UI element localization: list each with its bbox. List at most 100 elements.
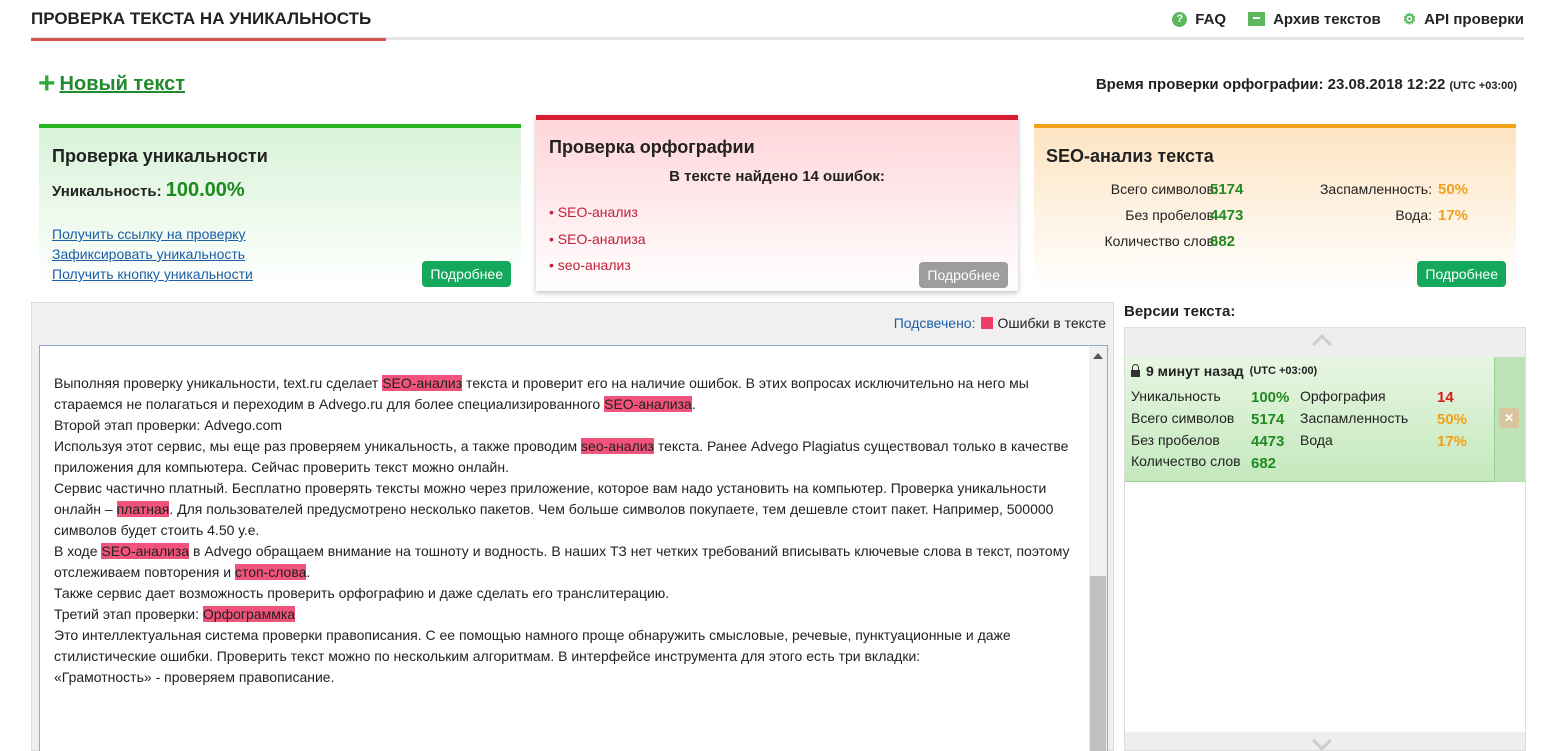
question-icon: ? — [1172, 11, 1188, 27]
seo-total-chars-value: 5174 — [1210, 181, 1244, 198]
text-paragraph: Второй этап проверки: Advego.com — [54, 415, 1084, 436]
text-segment: . — [306, 564, 311, 580]
api-label: API проверки — [1424, 10, 1524, 28]
text-segment: в Advego обращаем внимание на тошноту и … — [54, 543, 1070, 580]
faq-label: FAQ — [1195, 10, 1227, 28]
version-spell-label: Орфография — [1300, 388, 1386, 404]
text-paragraph: «Грамотность» - проверяем правописание. — [54, 667, 1084, 688]
archive-link[interactable]: Архив текстов — [1248, 10, 1381, 28]
text-paragraph: Это интеллектуальная система проверки пр… — [54, 625, 1084, 667]
text-segment: Третий этап проверки: — [54, 606, 203, 622]
version-spam-label: Заспамленность — [1300, 410, 1409, 426]
lock-icon — [1131, 363, 1140, 377]
faq-link[interactable]: ? FAQ — [1172, 10, 1226, 28]
spelling-title: Проверка орфографии — [549, 137, 755, 157]
text-segment: . Для пользователей предусмотрено нескол… — [54, 501, 1054, 538]
highlight-legend: Подсвечено: Ошибки в тексте — [894, 315, 1106, 331]
text-segment: «Грамотность» - проверяем правописание. — [54, 669, 335, 685]
seo-more-button[interactable]: Подробнее — [1417, 261, 1506, 287]
seo-spam-label: Заспамленность: — [1319, 181, 1432, 197]
version-header: 9 минут назад (UTC +03:00) — [1131, 363, 1317, 379]
highlighted-error: SEO-анализ — [382, 375, 463, 391]
error-list: SEO-анализ SEO-анализа seo-анализ — [549, 199, 646, 279]
check-time: Время проверки орфографии: 23.08.2018 12… — [1096, 76, 1517, 93]
archive-label: Архив текстов — [1273, 10, 1381, 28]
version-item[interactable]: 9 минут назад (UTC +03:00) Уникальность … — [1125, 357, 1494, 482]
delete-version-icon[interactable]: ✕ — [1499, 408, 1519, 428]
text-segment: В ходе — [54, 543, 102, 559]
legend-label: Подсвечено: — [893, 315, 976, 331]
text-segment: Выполняя проверку уникальности, text.ru … — [54, 375, 383, 391]
highlighted-error: Орфограммка — [202, 606, 296, 622]
version-total-label: Всего символов — [1131, 410, 1235, 426]
spelling-more-button[interactable]: Подробнее — [919, 262, 1008, 288]
text-paragraph: Используя этот сервис, мы еще раз провер… — [54, 436, 1084, 478]
spelling-card: Проверка орфографии В тексте найдено 14 … — [536, 115, 1018, 291]
uniqueness-value: 100.00% — [165, 179, 245, 201]
seo-title: SEO-анализ текста — [1046, 146, 1214, 166]
fix-uniqueness-link[interactable]: Зафиксировать уникальность — [52, 244, 253, 264]
error-item: SEO-анализа — [549, 226, 646, 253]
uniqueness-links: Получить ссылку на проверку Зафиксироват… — [52, 224, 253, 284]
chevron-up-icon — [1312, 334, 1332, 354]
text-segment: . — [691, 396, 696, 412]
seo-total-chars-label: Всего символов: — [1110, 181, 1218, 197]
version-water-value: 17% — [1437, 433, 1468, 450]
highlighted-error: SEO-анализа — [604, 396, 692, 412]
get-button-link[interactable]: Получить кнопку уникальности — [52, 264, 253, 284]
seo-words-value: 682 — [1210, 233, 1236, 250]
error-item: SEO-анализ — [549, 199, 646, 226]
error-count: В тексте найдено 14 ошибок: — [669, 168, 885, 185]
uniqueness-card: Проверка уникальности Уникальность: 100.… — [39, 124, 521, 290]
seo-spam-value: 50% — [1438, 181, 1469, 198]
get-check-link[interactable]: Получить ссылку на проверку — [52, 224, 253, 244]
archive-icon — [1248, 12, 1266, 26]
top-bar: ПРОВЕРКА ТЕКСТА НА УНИКАЛЬНОСТЬ ? FAQ Ар… — [31, 0, 1524, 41]
scroll-thumb[interactable] — [1090, 576, 1106, 751]
uniqueness-more-button[interactable]: Подробнее — [422, 261, 511, 287]
api-link[interactable]: ⚙ API проверки — [1403, 10, 1524, 29]
text-segment: Это интеллектуальная система проверки пр… — [54, 627, 1011, 664]
editor-panel: Подсвечено: Ошибки в тексте Выполняя про… — [31, 302, 1114, 751]
versions-panel: 9 минут назад (UTC +03:00) Уникальность … — [1124, 327, 1526, 751]
legend-swatch — [980, 317, 993, 329]
version-words-label: Количество слов — [1131, 453, 1241, 469]
top-links: ? FAQ Архив текстов ⚙ API проверки — [1172, 10, 1524, 28]
seo-no-spaces-value: 4473 — [1210, 207, 1244, 224]
seo-words-label: Количество слов: — [1104, 233, 1218, 249]
scroll-up-icon[interactable] — [1093, 353, 1103, 359]
uniqueness-line: Уникальность: 100.00% — [52, 179, 245, 202]
highlighted-error: SEO-анализа — [101, 543, 190, 559]
highlighted-error: seo-анализ — [581, 438, 654, 454]
text-paragraph: Третий этап проверки: Орфограммка — [54, 604, 1084, 625]
editor-scrollbar[interactable] — [1089, 346, 1107, 751]
version-water-label: Вода — [1300, 432, 1333, 448]
version-uniq-value: 100% — [1251, 389, 1290, 406]
new-text-label: Новый текст — [59, 72, 185, 95]
version-spam-value: 50% — [1437, 411, 1468, 428]
versions-title: Версии текста: — [1124, 303, 1236, 320]
text-segment: Второй этап проверки: Advego.com — [54, 417, 283, 433]
text-editor[interactable]: Выполняя проверку уникальности, text.ru … — [39, 345, 1108, 751]
version-nospace-value: 4473 — [1251, 433, 1285, 450]
seo-no-spaces-label: Без пробелов: — [1125, 207, 1218, 223]
text-segment: Используя этот сервис, мы еще раз провер… — [54, 438, 582, 454]
text-content[interactable]: Выполняя проверку уникальности, text.ru … — [54, 373, 1084, 688]
uniqueness-label: Уникальность: — [52, 183, 162, 200]
new-text-link[interactable]: + Новый текст — [38, 69, 185, 99]
highlighted-error: платная — [116, 501, 170, 517]
version-actions: ✕ — [1494, 357, 1525, 482]
check-time-tz: (UTC +03:00) — [1449, 80, 1517, 92]
version-words-value: 682 — [1251, 455, 1277, 472]
text-paragraph: В ходе SEO-анализа в Advego обращаем вни… — [54, 541, 1084, 583]
page-title: ПРОВЕРКА ТЕКСТА НА УНИКАЛЬНОСТЬ — [31, 9, 386, 41]
version-tz: (UTC +03:00) — [1249, 365, 1318, 377]
highlighted-error: стоп-слова — [234, 564, 307, 580]
versions-scroll-up[interactable] — [1125, 328, 1525, 357]
seo-water-value: 17% — [1438, 207, 1469, 224]
version-time: 9 минут назад — [1146, 363, 1244, 379]
seo-water-label: Вода: — [1395, 207, 1432, 223]
text-paragraph: Также сервис дает возможность проверить … — [54, 583, 1084, 604]
check-time-label: Время проверки орфографии: 23.08.2018 12… — [1095, 76, 1446, 93]
versions-scroll-down[interactable] — [1125, 731, 1525, 751]
